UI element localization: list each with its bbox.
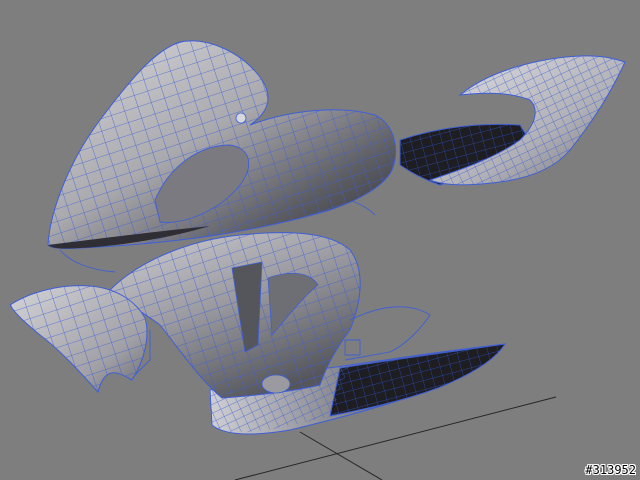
windscreen-fairing bbox=[47, 40, 397, 250]
3d-viewport[interactable]: #313952 bbox=[0, 0, 640, 480]
image-id-label: #313952 bbox=[585, 463, 636, 477]
front-fender bbox=[9, 285, 148, 394]
tail-section bbox=[399, 55, 626, 186]
motorcycle-fairing-model bbox=[9, 40, 626, 480]
side-fairing bbox=[109, 232, 361, 399]
